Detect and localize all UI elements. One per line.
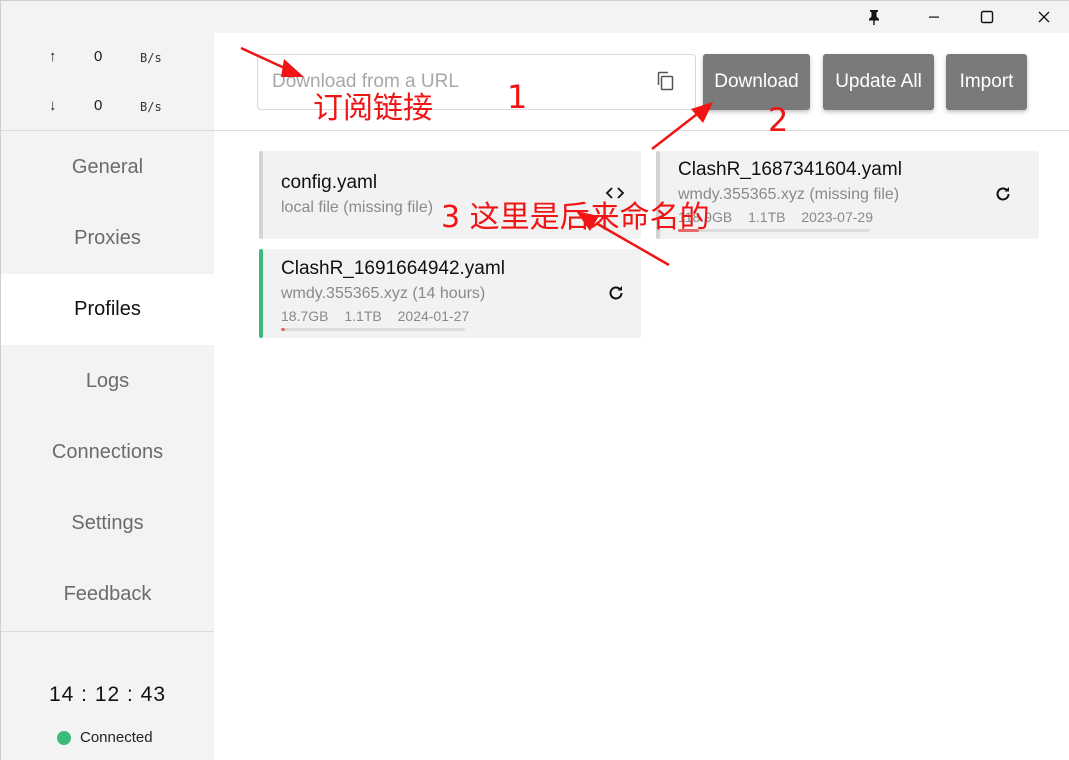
connection-label: Connected: [80, 729, 153, 746]
annotation-step-3: 3 这里是后来命名的: [441, 200, 710, 235]
annotation-subscription-link: 订阅链接: [313, 91, 433, 126]
pin-icon[interactable]: [851, 1, 897, 33]
profile-subtitle: wmdy.355365.xyz (14 hours): [281, 285, 486, 302]
profile-name: config.yaml: [281, 172, 378, 193]
sidebar-item-general[interactable]: General: [1, 132, 214, 203]
profile-name: ClashR_1691664942.yaml: [281, 258, 505, 279]
annotation-step-2: 2: [768, 101, 789, 139]
import-button[interactable]: Import: [946, 54, 1027, 110]
upload-unit: B/s: [140, 51, 162, 65]
profile-expire: 2023-07-29: [801, 209, 873, 225]
title-bar: [1, 1, 1069, 33]
clock: 14 : 12 : 43: [48, 683, 167, 706]
paste-icon[interactable]: [655, 70, 677, 92]
download-unit: B/s: [140, 100, 162, 114]
sidebar-item-profiles[interactable]: Profiles: [1, 274, 214, 345]
profile-subtitle: local file (missing file): [281, 199, 434, 216]
profile-total: 1.1TB: [748, 209, 786, 225]
download-value: 0: [94, 97, 103, 114]
profile-indicator: [259, 151, 263, 239]
profile-expire: 2024-01-27: [397, 308, 470, 324]
profile-subtitle: wmdy.355365.xyz (missing file): [678, 186, 900, 203]
download-arrow-icon: ↓: [49, 97, 57, 114]
profile-total: 1.1TB: [344, 308, 382, 324]
sidebar-item-logs[interactable]: Logs: [1, 346, 214, 417]
refresh-icon[interactable]: [993, 184, 1013, 204]
profile-indicator-active: [259, 249, 263, 338]
sidebar-item-proxies[interactable]: Proxies: [1, 203, 214, 274]
sidebar-divider: [1, 631, 214, 632]
download-button[interactable]: Download: [703, 54, 810, 110]
profile-usage: 18.7GB 1.1TB 2024-01-27: [281, 308, 481, 324]
annotation-step-1: 1: [507, 78, 528, 116]
profile-card-clashr-1691664942[interactable]: ClashR_1691664942.yaml wmdy.355365.xyz (…: [259, 249, 641, 338]
profile-card-clashr-1687341604[interactable]: ClashR_1687341604.yaml wmdy.355365.xyz (…: [656, 151, 1039, 239]
profile-name: ClashR_1687341604.yaml: [678, 159, 902, 180]
sidebar-item-connections[interactable]: Connections: [1, 417, 214, 488]
sidebar: ↑ 0 B/s ↓ 0 B/s General Proxies Profiles…: [1, 33, 214, 760]
close-icon[interactable]: [1021, 1, 1067, 33]
profile-used: 18.7GB: [281, 308, 329, 324]
refresh-icon[interactable]: [606, 283, 626, 303]
profile-usage-bar: [281, 328, 465, 331]
upload-value: 0: [94, 48, 103, 65]
minimize-icon[interactable]: [911, 1, 957, 33]
sidebar-item-feedback[interactable]: Feedback: [1, 559, 214, 630]
update-all-button[interactable]: Update All: [823, 54, 934, 110]
connection-status: Connected: [57, 729, 153, 746]
maximize-icon[interactable]: [964, 1, 1010, 33]
upload-speed: ↑ 0 B/s: [1, 48, 214, 68]
sidebar-item-settings[interactable]: Settings: [1, 488, 214, 559]
download-speed: ↓ 0 B/s: [1, 97, 214, 117]
upload-arrow-icon: ↑: [49, 48, 57, 65]
traffic-panel: ↑ 0 B/s ↓ 0 B/s: [1, 33, 214, 131]
status-dot-icon: [57, 730, 71, 745]
main-panel: Download Update All Import config.yaml l…: [214, 33, 1069, 760]
